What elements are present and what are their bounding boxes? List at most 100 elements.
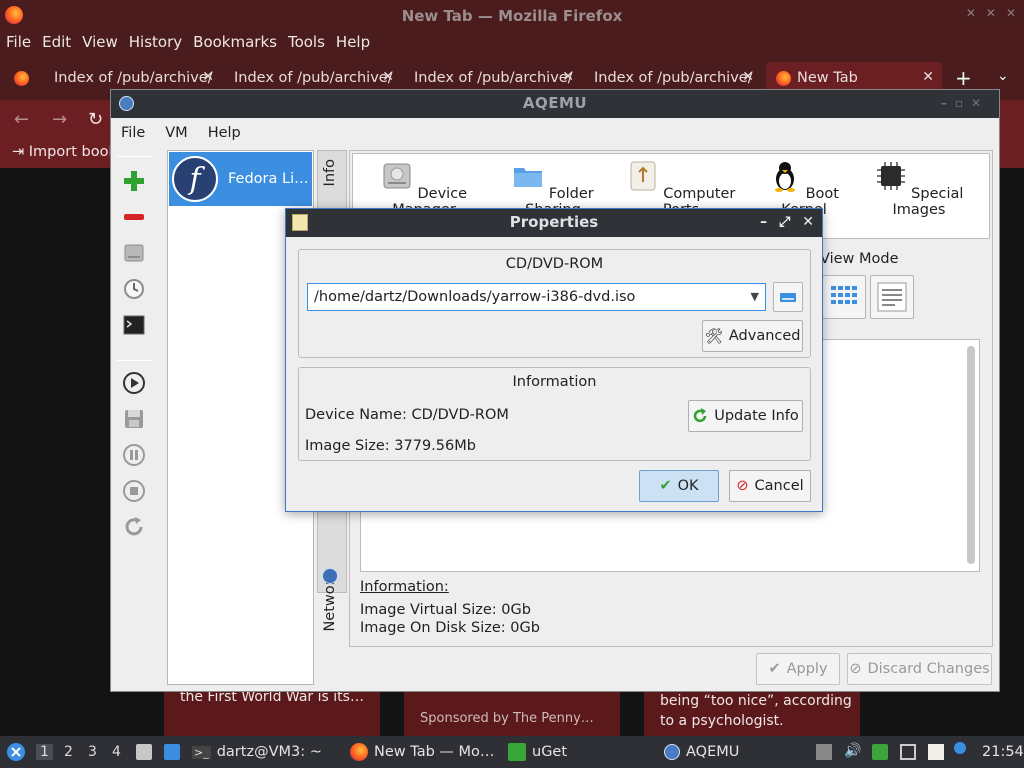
close-tab-icon[interactable]: ✕ (382, 69, 394, 85)
dialog-title: Properties (509, 213, 599, 231)
aqemu-menu-help[interactable]: Help (208, 125, 241, 141)
reset-vm-icon[interactable] (121, 514, 147, 540)
menu-history[interactable]: History (129, 33, 182, 51)
news-card[interactable]: being “too nice”, according to a psychol… (644, 686, 860, 736)
cancel-button[interactable]: ⊘ Cancel (729, 470, 811, 502)
vm-list-item[interactable]: f Fedora Li… (169, 152, 312, 206)
tab-info[interactable]: Info (322, 159, 338, 186)
tab-label: Index of /pub/archive/ (414, 70, 573, 86)
import-bookmarks-link[interactable]: ⇥ Import book (12, 144, 117, 160)
image-size-label: Image Size: 3779.56Mb (305, 438, 476, 454)
workspace-2[interactable]: 2 (64, 744, 73, 760)
scrollbar[interactable] (967, 346, 975, 564)
volume-icon[interactable]: 🔊 (844, 743, 861, 759)
close-tab-icon[interactable]: ✕ (742, 69, 754, 85)
view-mode-icons-button[interactable] (822, 275, 866, 319)
information-title: Information: (360, 579, 449, 595)
usb-port-icon (630, 161, 656, 191)
delete-vm-icon[interactable] (121, 204, 147, 230)
apply-button[interactable]: ✔ Apply (756, 653, 840, 685)
tab-firefox-view[interactable] (4, 62, 40, 94)
list-tabs-chevron-icon[interactable]: ⌄ (997, 68, 1009, 84)
taskbar-aqemu[interactable]: AQEMU (664, 736, 739, 768)
pause-vm-icon[interactable] (121, 442, 147, 468)
special-images-button[interactable]: Special Images (865, 160, 973, 218)
trash-icon[interactable] (816, 744, 832, 760)
workspace-1[interactable]: 1 (36, 744, 53, 760)
edit-pencil-icon (292, 214, 308, 231)
device-name-label: Device Name: CD/DVD-ROM (305, 407, 509, 423)
taskbar: 1 2 3 4 >_ dartz@VM3: ~ New Tab — Mo… uG… (0, 736, 1024, 768)
close-icon[interactable]: ✕ (1006, 6, 1016, 20)
cancel-icon: ⊘ (736, 478, 749, 494)
close-tab-icon[interactable]: ✕ (202, 69, 214, 85)
minimize-icon[interactable]: ✕ (966, 6, 976, 20)
news-card[interactable]: the First World War is its… (164, 686, 380, 736)
firefox-view-icon (14, 70, 29, 86)
taskbar-uget[interactable]: uGet (508, 736, 567, 768)
discard-changes-button[interactable]: ⊘ Discard Changes (847, 653, 992, 685)
clipboard-icon[interactable] (928, 744, 944, 760)
taskbar-firefox[interactable]: New Tab — Mo… (350, 736, 494, 768)
refresh-icon (694, 408, 707, 423)
show-desktop-icon[interactable] (164, 744, 180, 760)
taskbar-terminal[interactable]: >_ dartz@VM3: ~ (192, 736, 322, 768)
forward-arrow-icon[interactable]: → (52, 109, 67, 130)
aqemu-label: AQEMU (686, 744, 740, 760)
tab-label: Index of /pub/archive/ (54, 70, 213, 86)
close-icon[interactable]: ✕ (802, 209, 814, 236)
image-path-combobox[interactable]: /home/dartz/Downloads/yarrow-i386-dvd.is… (307, 283, 766, 311)
update-info-label: Update Info (714, 408, 799, 424)
ok-button[interactable]: ✔ OK (639, 470, 719, 502)
menu-tools[interactable]: Tools (288, 33, 325, 51)
display-icon[interactable] (900, 744, 916, 760)
back-arrow-icon[interactable]: ← (14, 109, 29, 130)
maximize-icon[interactable]: ✕ (986, 6, 996, 20)
chevron-down-icon[interactable]: ▼ (751, 284, 759, 310)
terminal-icon[interactable] (121, 312, 147, 338)
close-tab-icon[interactable]: ✕ (922, 69, 934, 85)
firefox-tab-icon (776, 70, 791, 86)
menu-edit[interactable]: Edit (42, 33, 71, 51)
aqemu-window-controls[interactable]: –▫✕ (941, 90, 989, 117)
hard-disk-tool-icon[interactable] (121, 240, 147, 266)
tools-icon: 🛠 (704, 328, 723, 345)
folder-icon (514, 168, 543, 187)
menu-help[interactable]: Help (336, 33, 370, 51)
list-view-icon (877, 282, 907, 312)
properties-dialog: Properties – ⤢ ✕ CD/DVD-ROM /home/dartz/… (285, 208, 823, 512)
workspace-4[interactable]: 4 (112, 744, 121, 760)
aqemu-menu-file[interactable]: File (121, 125, 145, 141)
close-tab-icon[interactable]: ✕ (562, 69, 574, 85)
cdrom-group-title: CD/DVD-ROM (505, 256, 604, 272)
menu-bookmarks[interactable]: Bookmarks (193, 33, 277, 51)
save-vm-icon[interactable] (121, 406, 147, 432)
aqemu-titlebar: AQEMU –▫✕ (111, 90, 999, 118)
uget-tray-icon[interactable] (872, 744, 888, 760)
notification-icon[interactable] (954, 742, 966, 754)
menu-view[interactable]: View (82, 33, 118, 51)
uget-label: uGet (532, 744, 568, 760)
maximize-icon[interactable]: ⤢ (779, 209, 790, 236)
browse-button[interactable] (773, 282, 803, 312)
import-bookmarks-label: Import book (28, 144, 117, 160)
clock-icon[interactable] (121, 276, 147, 302)
start-menu-button[interactable] (6, 736, 26, 768)
start-vm-icon[interactable] (121, 370, 147, 396)
add-vm-icon[interactable] (121, 168, 147, 194)
tab-label: New Tab (797, 70, 858, 86)
new-tab-plus-icon[interactable]: + (955, 66, 972, 90)
file-manager-icon[interactable] (136, 744, 152, 760)
update-info-button[interactable]: Update Info (688, 400, 803, 432)
reload-icon[interactable]: ↻ (88, 109, 103, 130)
menu-file[interactable]: File (6, 33, 31, 51)
aqemu-menu-vm[interactable]: VM (165, 125, 187, 141)
stop-vm-icon[interactable] (121, 478, 147, 504)
advanced-button[interactable]: 🛠 Advanced (702, 320, 803, 352)
workspace-3[interactable]: 3 (88, 744, 97, 760)
grid-view-icon (831, 286, 857, 304)
news-card[interactable]: Sponsored by The Penny… (404, 686, 620, 736)
view-mode-list-button[interactable] (870, 275, 914, 319)
dialog-window-controls: – ⤢ ✕ (760, 209, 814, 236)
minimize-icon[interactable]: – (760, 209, 767, 236)
